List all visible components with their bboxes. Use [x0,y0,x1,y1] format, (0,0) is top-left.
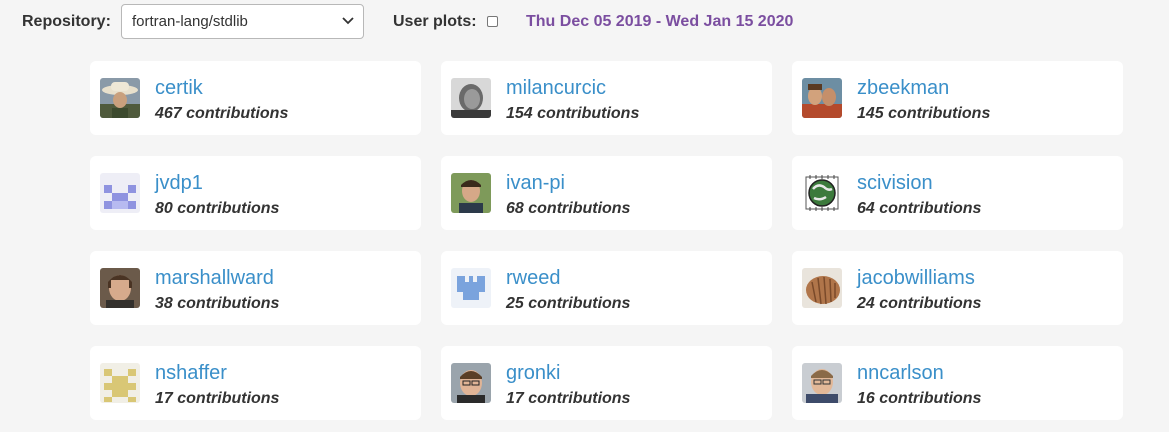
contributor-username[interactable]: jvdp1 [155,172,203,195]
user-plots-checkbox[interactable] [487,16,498,27]
avatar [100,173,140,213]
contribution-count: 154 contributions [506,105,640,122]
repository-select-value: fortran-lang/stdlib [132,13,248,30]
repository-select[interactable]: fortran-lang/stdlib [121,4,364,39]
contributor-username[interactable]: certik [155,77,203,100]
repository-label: Repository: [22,13,111,30]
contributor-username[interactable]: ivan-pi [506,172,565,195]
contributor-card[interactable]: rweed 25 contributions [441,251,772,325]
contribution-count: 80 contributions [155,200,280,217]
avatar [802,173,842,213]
contribution-count: 64 contributions [857,200,982,217]
avatar [451,268,491,308]
contribution-count: 24 contributions [857,295,982,312]
contributor-username[interactable]: rweed [506,267,560,290]
contributor-username[interactable]: marshallward [155,267,274,290]
contributor-card[interactable]: zbeekman 145 contributions [792,61,1123,135]
avatar [802,268,842,308]
avatar [802,363,842,403]
contributor-card[interactable]: gronki 17 contributions [441,346,772,420]
date-range: Thu Dec 05 2019 - Wed Jan 15 2020 [526,13,794,30]
avatar [451,173,491,213]
contributor-username[interactable]: gronki [506,362,560,385]
contributor-username[interactable]: scivision [857,172,933,195]
contribution-count: 38 contributions [155,295,280,312]
contributor-username[interactable]: zbeekman [857,77,949,100]
contributor-card[interactable]: scivision 64 contributions [792,156,1123,230]
chevron-down-icon [342,17,354,25]
avatar [451,363,491,403]
avatar [100,363,140,403]
contributor-card[interactable]: ivan-pi 68 contributions [441,156,772,230]
contribution-count: 17 contributions [155,390,280,407]
contributor-card[interactable]: certik 467 contributions [90,61,421,135]
contributor-username[interactable]: milancurcic [506,77,606,100]
contributor-card[interactable]: marshallward 38 contributions [90,251,421,325]
contribution-count: 68 contributions [506,200,631,217]
user-plots-label: User plots: [393,13,477,30]
contribution-count: 467 contributions [155,105,289,122]
contribution-count: 16 contributions [857,390,982,407]
contribution-count: 17 contributions [506,390,631,407]
avatar [802,78,842,118]
filter-bar: Repository: fortran-lang/stdlib User plo… [0,0,1169,46]
contributor-username[interactable]: nshaffer [155,362,227,385]
contributor-username[interactable]: nncarlson [857,362,944,385]
avatar [100,268,140,308]
contributor-card[interactable]: nncarlson 16 contributions [792,346,1123,420]
contributor-card[interactable]: milancurcic 154 contributions [441,61,772,135]
avatar [100,78,140,118]
contributor-card[interactable]: jvdp1 80 contributions [90,156,421,230]
contributor-card[interactable]: nshaffer 17 contributions [90,346,421,420]
contribution-count: 25 contributions [506,295,631,312]
contribution-count: 145 contributions [857,105,991,122]
avatar [451,78,491,118]
contributor-card[interactable]: jacobwilliams 24 contributions [792,251,1123,325]
contributor-username[interactable]: jacobwilliams [857,267,975,290]
